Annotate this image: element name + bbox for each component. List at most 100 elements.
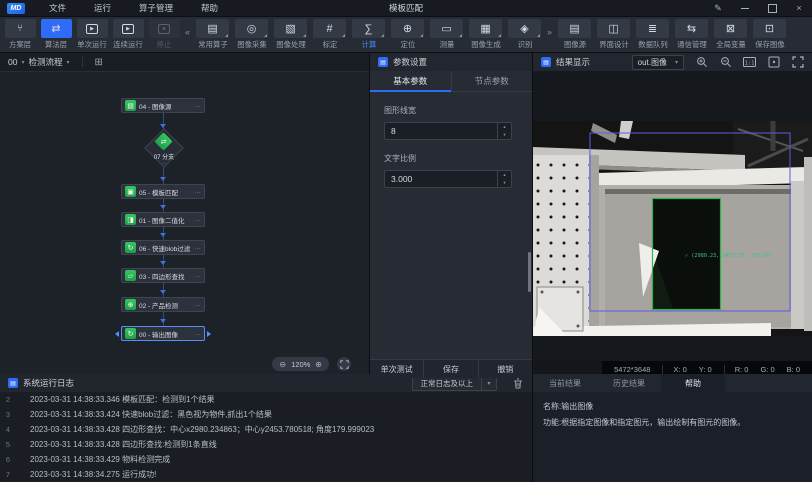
tab-basic-params[interactable]: 基本参数 (370, 71, 451, 91)
toolbar-category-recognition[interactable]: ◈ 识别 (505, 19, 544, 50)
svg-text:1:1: 1:1 (745, 60, 755, 66)
spin-up-icon[interactable]: ▴ (498, 123, 511, 131)
node-more-icon[interactable]: … (194, 272, 201, 279)
parameter-body: 图形线宽 8 ▴ ▾ 文字比例 3.000 ▴ ▾ (370, 92, 532, 359)
node-more-icon[interactable]: … (194, 216, 201, 223)
log-row: 4 2023-03-31 14:38:33.428 四边形查找：中心x2980.… (0, 422, 532, 437)
toolbar-category-image-processing[interactable]: ▧ 图像处理 (271, 19, 310, 50)
log-row-number: 6 (0, 455, 16, 464)
flow-node-product-detect[interactable]: ⊕ 02 - 产品检测 … (121, 297, 205, 312)
toolbar-tool-image-source[interactable]: ▤ 图像源 (555, 19, 594, 50)
result-panel-title: 结果显示 (556, 56, 590, 68)
menu-file[interactable]: 文件 (35, 0, 80, 16)
result-source-select[interactable]: out.图像 ▾ (632, 55, 684, 70)
tab-node-params[interactable]: 节点参数 (451, 71, 533, 91)
text-scale-input[interactable]: 3.000 ▴ ▾ (384, 170, 512, 188)
flow-node-blob-filter[interactable]: ↻ 06 - 快速blob过滤 … (121, 240, 205, 255)
toolbar-button-stop[interactable]: ■ 停止 (146, 19, 182, 50)
flow-node-image-source[interactable]: ▤ 04 - 图像源 … (121, 98, 205, 113)
flow-node-label: 03 - 四边形查找 (139, 271, 191, 281)
toolbar-button-run-continuous[interactable]: ▶ 连续运行 (110, 19, 146, 50)
parameter-panel-header: ▤ 参数设置 (370, 53, 532, 71)
collapse-left-icon[interactable]: « (185, 27, 190, 37)
undo-button[interactable]: 撤销 (478, 360, 532, 378)
log-row: 2 2023-03-31 14:38:33.346 模板匹配：检测到1个结果 (0, 392, 532, 407)
branch-glyph-icon: ⇄ (157, 138, 170, 146)
tab-history-result[interactable]: 历史结果 (597, 374, 661, 392)
flow-tab-title[interactable]: 检测流程 (28, 56, 62, 68)
close-button[interactable]: × (794, 3, 804, 13)
menu-help[interactable]: 帮助 (187, 0, 232, 16)
log-row-text: 2023-03-31 14:38:33.429 物料检测完成 (16, 454, 170, 465)
tab-help[interactable]: 帮助 (661, 374, 725, 392)
collapse-right-icon[interactable]: » (547, 27, 552, 37)
node-more-icon[interactable]: … (194, 330, 201, 337)
toolbar-tool-interface-design[interactable]: ◫ 界面设计 (594, 19, 633, 50)
toolbar-button-label: 停止 (157, 39, 172, 49)
toolbar-tool-data-queue[interactable]: ≣ 数据队列 (633, 19, 672, 50)
save-button[interactable]: 保存 (423, 360, 477, 378)
toolbar-category-label: 图像处理 (276, 39, 305, 49)
flow-node-quad-find[interactable]: ▱ 03 - 四边形查找 … (121, 268, 205, 283)
maximize-button[interactable] (767, 3, 777, 13)
flow-node-template-match[interactable]: ▣ 05 - 模板匹配 … (121, 184, 205, 199)
toolbar-category-measurement[interactable]: ▭ 测量 (427, 19, 466, 50)
zoom-in-icon[interactable]: ⊕ (315, 360, 322, 369)
add-flow-tab-icon[interactable]: ⊞ (95, 57, 103, 68)
chevron-down-icon[interactable]: ▾ (67, 59, 70, 66)
toolbar-tool-save-image[interactable]: ⊡ 保存图像 (750, 19, 789, 50)
toolbar-button-algorithm-layer[interactable]: ⇄ 算法层 (38, 19, 74, 50)
log-row-number: 4 (0, 425, 16, 434)
minimize-button[interactable] (740, 3, 750, 13)
node-more-icon[interactable]: … (134, 160, 194, 166)
result-image-canvas[interactable]: ✓ (2980.23, 2453.78, 179.99) (533, 71, 812, 361)
node-more-icon[interactable]: … (194, 301, 201, 308)
pixel-b: B: 0 (787, 365, 800, 374)
node-more-icon[interactable]: … (194, 102, 201, 109)
toolbar-category-calculation[interactable]: ∑ 计算 (349, 19, 388, 50)
zoom-out-icon[interactable]: ⊖ (279, 360, 286, 369)
toolbar-tool-global-variables[interactable]: ⊠ 全局变量 (711, 19, 750, 50)
toolbar-category-positioning[interactable]: ⊕ 定位 (388, 19, 427, 50)
zoom-level: 120% (291, 360, 310, 369)
parameter-scrollbar[interactable] (528, 252, 531, 292)
fit-image-icon[interactable] (767, 56, 780, 69)
clear-log-icon[interactable] (512, 377, 524, 389)
line-width-input[interactable]: 8 ▴ ▾ (384, 122, 512, 140)
spin-up-icon[interactable]: ▴ (498, 171, 511, 179)
toolbar-button-run-once[interactable]: ▶ 单次运行 (74, 19, 110, 50)
zoom-in-icon[interactable] (695, 56, 708, 69)
tab-current-result[interactable]: 当前结果 (533, 374, 597, 392)
node-more-icon[interactable]: … (194, 244, 201, 251)
flow-node-output-image[interactable]: ↻ 00 - 输出图像 … (121, 326, 205, 341)
toolbar-category-label: 图像生成 (471, 39, 500, 49)
flow-node-binarization[interactable]: ◨ 01 - 图像二值化 … (121, 212, 205, 227)
line-width-stepper[interactable]: ▴ ▾ (497, 123, 511, 139)
spin-down-icon[interactable]: ▾ (498, 179, 511, 187)
zoom-out-icon[interactable] (719, 56, 732, 69)
image-acquisition-icon: ◎ (235, 19, 268, 38)
single-test-button[interactable]: 单次测试 (370, 360, 423, 378)
spin-down-icon[interactable]: ▾ (498, 131, 511, 139)
fullscreen-icon[interactable] (791, 56, 804, 69)
flow-tab-index[interactable]: 00 (8, 57, 17, 67)
toolbar-button-scheme-layer[interactable]: ⑂ 方案层 (2, 19, 38, 50)
toolbar-category-image-generation[interactable]: ▦ 图像生成 (466, 19, 505, 50)
menu-run[interactable]: 运行 (80, 0, 125, 16)
log-rows[interactable]: 2 2023-03-31 14:38:33.346 模板匹配：检测到1个结果 3… (0, 392, 532, 482)
feedback-icon[interactable]: ✎ (713, 3, 723, 13)
text-scale-stepper[interactable]: ▴ ▾ (497, 171, 511, 187)
toolbar-category-calibration[interactable]: # 标定 (310, 19, 349, 50)
chevron-down-icon[interactable]: ▾ (21, 59, 24, 66)
image-generation-icon: ▦ (469, 19, 502, 38)
toolbar-tool-communication[interactable]: ⇆ 通信管理 (672, 19, 711, 50)
toolbar-category-image-acquisition[interactable]: ◎ 图像采集 (232, 19, 271, 50)
menu-operator-management[interactable]: 算子管理 (125, 0, 187, 16)
fit-view-button[interactable] (337, 357, 351, 371)
toolbar-tool-label: 全局变量 (716, 39, 745, 49)
flow-canvas[interactable]: ▤ 04 - 图像源 … ⇄ 07 分支 … ▣ 05 - 模板匹配 … ◨ 0… (0, 72, 369, 378)
toolbar-category-common-operators[interactable]: ▤ 常用算子 (193, 19, 232, 50)
one-to-one-icon[interactable]: 1:1 (743, 56, 756, 69)
title-bar: MD 文件 运行 算子管理 帮助 模板匹配 ✎ × (0, 0, 812, 17)
node-more-icon[interactable]: … (194, 188, 201, 195)
